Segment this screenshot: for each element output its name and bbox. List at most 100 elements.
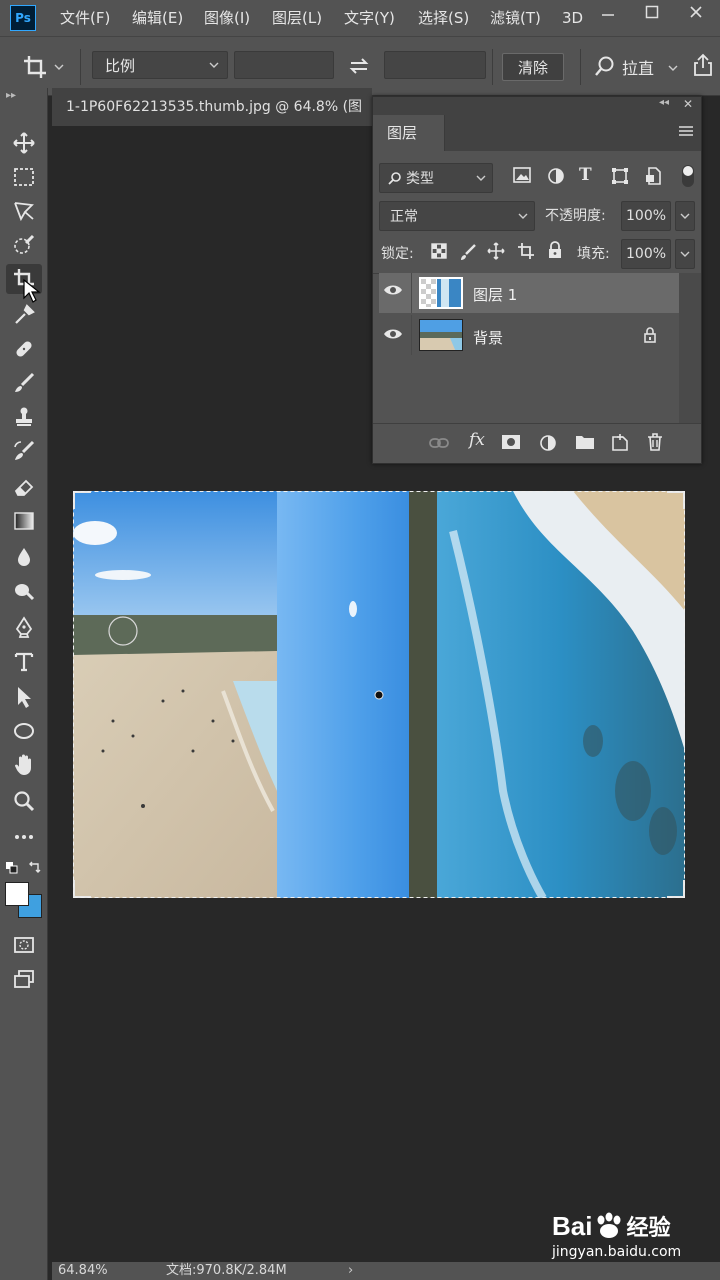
screen-mode-icon[interactable] xyxy=(6,964,42,994)
menu-image[interactable]: 图像(I) xyxy=(204,0,250,36)
blend-mode-select[interactable]: 正常 xyxy=(379,201,535,231)
ellipse-tool-icon[interactable] xyxy=(6,716,42,746)
chevron-right-icon[interactable]: › xyxy=(348,1262,353,1280)
pen-tool-icon[interactable] xyxy=(6,612,42,642)
lock-icon xyxy=(643,327,657,347)
crop-preset-picker[interactable] xyxy=(22,53,72,81)
chevron-down-icon xyxy=(680,213,690,219)
quick-selection-tool-icon[interactable] xyxy=(6,230,42,260)
stamp-tool-icon[interactable] xyxy=(6,402,42,432)
fill-label: 填充: xyxy=(577,246,610,262)
adjustment-layer-icon[interactable] xyxy=(539,434,557,456)
menu-filter[interactable]: 滤镜(T) xyxy=(490,0,541,36)
close-panel-icon[interactable]: ✕ xyxy=(683,97,693,111)
photoshop-logo: Ps xyxy=(10,5,36,31)
zoom-tool-icon[interactable] xyxy=(6,786,42,816)
lock-pixels-icon[interactable] xyxy=(459,243,477,265)
tools-panel: ▸▸ xyxy=(0,88,48,1280)
chevron-down-icon[interactable] xyxy=(668,61,678,77)
straighten-icon[interactable] xyxy=(594,55,618,79)
move-tool-icon[interactable] xyxy=(6,128,42,158)
blur-tool-icon[interactable] xyxy=(6,542,42,572)
dodge-tool-icon[interactable] xyxy=(6,576,42,606)
collapse-panel-icon[interactable]: ▸▸ xyxy=(6,90,16,101)
type-filter-icon[interactable]: T xyxy=(579,165,592,185)
document-tab[interactable]: 1-1P60F62213535.thumb.jpg @ 64.8% (图 xyxy=(52,88,372,126)
fill-dropdown[interactable] xyxy=(675,239,695,269)
divider xyxy=(80,49,81,85)
height-ratio-input[interactable] xyxy=(384,51,486,79)
filter-type-label: 类型 xyxy=(406,171,434,187)
layers-tab[interactable]: 图层 xyxy=(373,115,445,151)
path-selection-tool-icon[interactable] xyxy=(6,682,42,712)
minimize-icon[interactable] xyxy=(586,0,630,24)
zoom-level[interactable]: 64.84% xyxy=(58,1262,108,1280)
close-icon[interactable] xyxy=(674,0,718,24)
trash-icon[interactable] xyxy=(647,433,663,455)
divider xyxy=(492,49,493,85)
menu-file[interactable]: 文件(F) xyxy=(60,0,110,36)
layer-thumbnail xyxy=(419,319,463,351)
marquee-tool-icon[interactable] xyxy=(6,162,42,192)
layer-filter-select[interactable]: 类型 xyxy=(379,163,493,193)
quick-mask-icon[interactable] xyxy=(6,930,42,960)
lock-artboard-icon[interactable] xyxy=(517,242,535,264)
menu-3d[interactable]: 3D xyxy=(562,0,583,36)
menu-type[interactable]: 文字(Y) xyxy=(344,0,395,36)
ratio-select[interactable]: 比例 xyxy=(92,51,228,79)
lock-all-icon[interactable] xyxy=(547,241,563,263)
smart-object-filter-icon[interactable] xyxy=(645,167,661,189)
search-icon xyxy=(388,172,401,185)
healing-brush-tool-icon[interactable] xyxy=(6,334,42,364)
mask-icon[interactable] xyxy=(501,434,521,454)
straighten-label[interactable]: 拉直 xyxy=(622,55,654,79)
link-icon[interactable] xyxy=(429,436,449,454)
maximize-icon[interactable] xyxy=(630,0,674,24)
lock-position-icon[interactable] xyxy=(487,242,505,264)
share-icon[interactable] xyxy=(692,53,714,81)
layer-row-background[interactable]: 背景 xyxy=(379,315,679,355)
width-ratio-input[interactable] xyxy=(234,51,334,79)
layer-row-layer1[interactable]: 图层 1 xyxy=(379,273,679,313)
shape-filter-icon[interactable] xyxy=(611,167,629,189)
menu-select[interactable]: 选择(S) xyxy=(418,0,469,36)
panel-menu-icon[interactable] xyxy=(679,125,693,141)
filter-toggle[interactable] xyxy=(682,165,694,187)
layers-scrollbar[interactable] xyxy=(679,273,701,423)
document-image[interactable] xyxy=(73,491,685,898)
lock-label: 锁定: xyxy=(381,246,414,262)
layer-name[interactable]: 图层 1 xyxy=(473,284,517,305)
clear-button[interactable]: 清除 xyxy=(502,53,564,81)
visibility-eye-icon[interactable] xyxy=(383,283,403,301)
eraser-tool-icon[interactable] xyxy=(6,472,42,502)
swap-colors-icon[interactable] xyxy=(28,860,42,874)
collapse-icon[interactable]: ◂◂ xyxy=(659,97,669,108)
hand-tool-icon[interactable] xyxy=(6,750,42,780)
visibility-eye-icon[interactable] xyxy=(383,327,403,345)
new-layer-icon[interactable] xyxy=(611,433,629,455)
lasso-tool-icon[interactable] xyxy=(6,196,42,226)
history-brush-tool-icon[interactable] xyxy=(6,436,42,466)
swap-icon[interactable] xyxy=(348,55,372,77)
opacity-label: 不透明度: xyxy=(545,208,606,224)
menu-layer[interactable]: 图层(L) xyxy=(272,0,322,36)
fx-icon[interactable]: fx xyxy=(469,430,485,450)
layer-name[interactable]: 背景 xyxy=(473,327,503,348)
panel-header-strip: ◂◂ ✕ xyxy=(373,97,701,115)
brush-tool-icon[interactable] xyxy=(6,368,42,398)
eyedropper-tool-icon[interactable] xyxy=(6,300,42,330)
adjustment-filter-icon[interactable] xyxy=(547,167,565,189)
pixel-filter-icon[interactable] xyxy=(513,167,531,187)
foreground-color-swatch[interactable] xyxy=(5,882,29,906)
more-tools-icon[interactable] xyxy=(6,822,42,852)
gradient-tool-icon[interactable] xyxy=(6,506,42,536)
fill-input[interactable]: 100% xyxy=(621,239,671,269)
menu-edit[interactable]: 编辑(E) xyxy=(132,0,183,36)
opacity-dropdown[interactable] xyxy=(675,201,695,231)
type-tool-icon[interactable] xyxy=(6,646,42,676)
lock-transparent-icon[interactable] xyxy=(431,243,447,263)
document-info: 文档:970.8K/2.84M xyxy=(166,1263,287,1278)
default-colors-icon[interactable] xyxy=(6,862,18,874)
opacity-input[interactable]: 100% xyxy=(621,201,671,231)
folder-icon[interactable] xyxy=(575,434,595,454)
